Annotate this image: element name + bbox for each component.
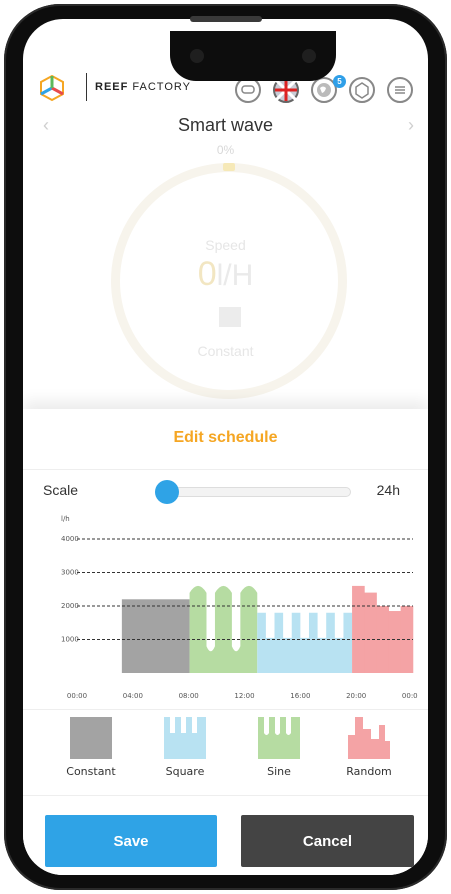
notification-badge: 5 <box>333 75 346 88</box>
x-tick-label: 16:00 <box>290 692 310 699</box>
brand-name: REEF FACTORY <box>95 81 191 93</box>
title-row: ‹ Smart wave › <box>23 113 428 143</box>
segment-sine <box>189 585 258 673</box>
sheet-title: Edit schedule <box>173 429 278 446</box>
y-tick-label: 3000 <box>61 569 79 577</box>
sensor-icon <box>302 49 316 63</box>
segment-constant <box>121 599 190 673</box>
camera-icon <box>190 49 204 63</box>
wave-type-random[interactable]: Random <box>329 715 409 778</box>
speed-label: Speed <box>205 237 246 253</box>
wave-type-sine[interactable]: Sine <box>239 715 319 778</box>
device-settings-icon[interactable] <box>349 77 375 103</box>
brand-divider <box>86 73 87 101</box>
save-button[interactable]: Save <box>45 815 217 867</box>
segment-random-bar <box>352 585 365 673</box>
speaker-grille <box>190 16 262 22</box>
y-tick-label: 1000 <box>61 636 79 644</box>
wave-type-picker: Constant Square Sine Random <box>23 715 428 795</box>
scale-slider-knob[interactable] <box>155 480 179 504</box>
app-screen: REEF FACTORY 5 ‹ Smart wave › 0% Speed 0… <box>23 19 428 875</box>
schedule-chart[interactable]: l/h 1000 2000 3000 4000 00:00 04:00 08:00 12:00 1… <box>33 509 418 699</box>
divider <box>23 795 428 796</box>
scale-value: 24h <box>376 482 400 498</box>
x-tick-label: 00:00 <box>67 692 87 699</box>
menu-icon[interactable] <box>387 77 413 103</box>
segment-random-bar <box>364 592 377 673</box>
speed-value: 0l/H <box>197 255 254 293</box>
x-tick-label: 20:00 <box>346 692 366 699</box>
wave-type-square[interactable]: Square <box>145 715 225 778</box>
percent-readout: 0% <box>216 143 235 157</box>
gauge-indicator <box>223 163 235 171</box>
x-tick-label: 00:00 <box>402 692 418 699</box>
wave-type-constant[interactable]: Constant <box>51 715 131 778</box>
constant-wave-icon <box>69 715 113 759</box>
wave-type-label: Sine <box>267 765 291 778</box>
notch <box>170 31 336 81</box>
scale-label: Scale <box>43 482 79 498</box>
sine-wave-icon <box>257 715 301 759</box>
divider <box>23 709 428 710</box>
square-wave-icon <box>163 715 207 759</box>
x-tick-label: 12:00 <box>234 692 254 699</box>
y-tick-label: 2000 <box>61 602 79 610</box>
logo-icon <box>40 74 64 102</box>
divider <box>23 469 428 470</box>
y-axis-label: l/h <box>61 515 70 523</box>
scale-slider-track[interactable] <box>155 487 351 497</box>
wave-type-label: Random <box>346 765 392 778</box>
x-tick-label: 04:00 <box>123 692 143 699</box>
mode-square-icon <box>219 307 241 327</box>
mode-label: Constant <box>197 343 254 359</box>
wave-type-label: Constant <box>66 765 116 778</box>
chevron-right-icon[interactable]: › <box>408 115 414 136</box>
y-tick-label: 4000 <box>61 535 79 543</box>
segment-square <box>257 612 353 673</box>
edit-schedule-sheet: Edit schedule Scale 24h l/h 1000 2000 3000 4… <box>23 409 428 875</box>
segment-random-bar <box>388 611 402 673</box>
x-tick-label: 08:00 <box>179 692 199 699</box>
page-title: Smart wave <box>177 115 274 135</box>
random-wave-icon <box>347 715 391 759</box>
wave-type-label: Square <box>165 765 205 778</box>
cancel-button[interactable]: Cancel <box>241 815 414 867</box>
